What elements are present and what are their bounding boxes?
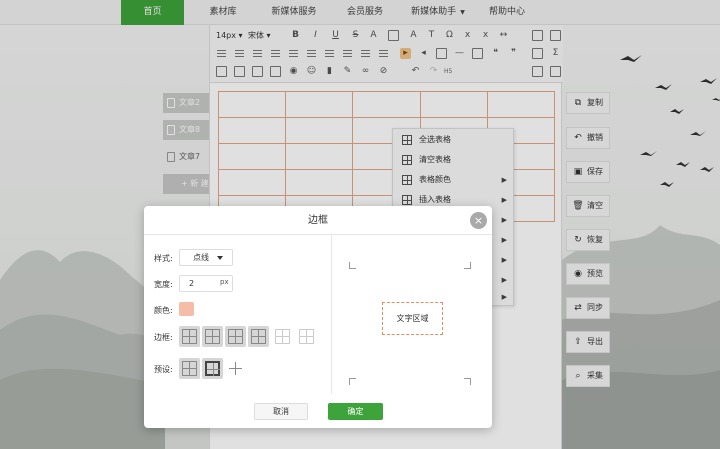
cancel-button[interactable]: 取消 [254, 403, 308, 420]
border-label: 边框: [154, 333, 173, 342]
color-label: 颜色: [154, 306, 173, 315]
border-preview: 文字区域 [332, 235, 492, 394]
confirm-button[interactable]: 确定 [328, 403, 383, 420]
style-select[interactable]: 点线 [179, 249, 233, 266]
preset-outer-icon [205, 361, 220, 376]
border-all-option[interactable] [179, 326, 200, 347]
preset-outer-option[interactable] [202, 358, 223, 379]
width-label: 宽度: [154, 280, 173, 289]
border-vertical-option[interactable] [272, 326, 293, 347]
width-unit: px [220, 278, 229, 286]
border-vertical-icon [275, 329, 290, 344]
preview-corner [349, 378, 356, 385]
border-inner-icon [251, 329, 266, 344]
preset-all-icon [182, 361, 197, 376]
color-swatch[interactable] [179, 302, 194, 316]
border-horizontal-option[interactable] [296, 326, 317, 347]
border-all-icon [182, 329, 197, 344]
preview-corner [349, 262, 356, 269]
preview-text-area: 文字区域 [382, 302, 443, 335]
border-left-icon [228, 329, 243, 344]
border-bottom-option[interactable] [202, 326, 223, 347]
style-label: 样式: [154, 254, 173, 263]
border-settings: 样式: 点线 宽度: 2 px 颜色: 边框: 预设: [144, 235, 332, 394]
preview-corner [464, 262, 471, 269]
border-dialog: 边框 × 样式: 点线 宽度: 2 px 颜色: 边框: 预设: 文字区域 取消… [144, 206, 492, 428]
border-inner-option[interactable] [248, 326, 269, 347]
preset-none-icon [228, 361, 243, 376]
preset-all-option[interactable] [179, 358, 200, 379]
preset-none-option[interactable] [225, 358, 246, 379]
caret-down-icon [217, 256, 223, 260]
border-bottom-icon [205, 329, 220, 344]
dialog-title: 边框 [144, 206, 492, 235]
border-left-option[interactable] [225, 326, 246, 347]
preset-label: 预设: [154, 365, 173, 374]
preview-corner [464, 378, 471, 385]
close-icon[interactable]: × [470, 212, 487, 229]
border-horizontal-icon [299, 329, 314, 344]
